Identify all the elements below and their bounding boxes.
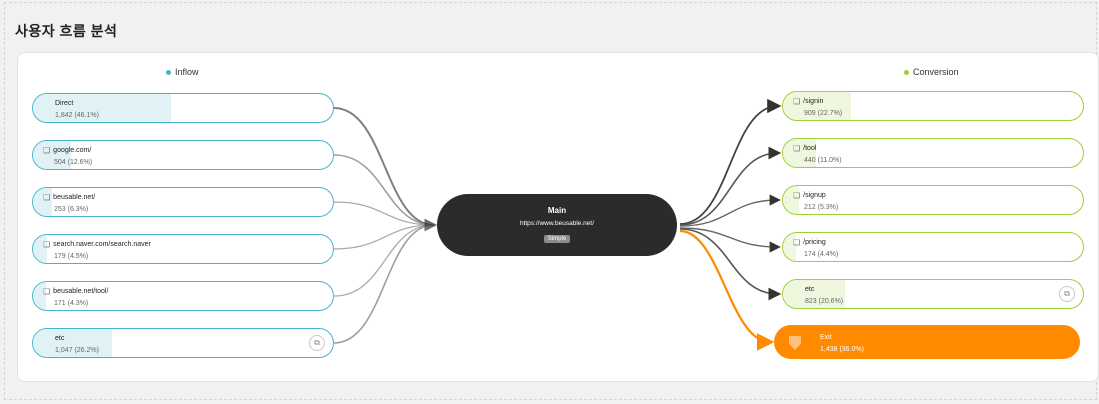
exit-label: Exit [820, 334, 832, 341]
inflow-item-direct[interactable]: Direct 1,842 (46.1%) [32, 93, 334, 123]
page-icon: ❏ [793, 144, 801, 153]
inflow-item-label: beusable.net/ [53, 194, 96, 201]
conversion-item-etc[interactable]: etc 823 (20.6%) ⧉ [782, 279, 1084, 309]
page-icon: ❏ [43, 240, 51, 249]
inflow-header: Inflow [166, 67, 199, 77]
inflow-item-beusable[interactable]: ❏ beusable.net/ 253 (6.3%) [32, 187, 334, 217]
conversion-item-value: 212 (5.3%) [804, 204, 839, 211]
conversion-connector [679, 146, 782, 226]
main-node-url: https://www.beusable.net/ [519, 220, 595, 227]
conversion-header: Conversion [904, 67, 959, 77]
copy-icon: ⧉ [314, 338, 320, 347]
page-icon: ❏ [43, 193, 51, 202]
inflow-connector [333, 218, 438, 344]
main-page-node[interactable]: Main https://www.beusable.net/ Simple [437, 194, 677, 256]
expand-etc-button[interactable]: ⧉ [309, 335, 325, 351]
conversion-item-value: 909 (22.7%) [804, 110, 843, 117]
inflow-connector [333, 107, 435, 226]
page-icon: ❏ [793, 191, 801, 200]
page-icon: ❏ [43, 146, 51, 155]
inflow-dot-icon [166, 69, 171, 75]
inflow-item-label: Direct [55, 100, 74, 107]
expand-etc-button[interactable]: ⧉ [1059, 286, 1075, 302]
conversion-item-label: etc [805, 286, 815, 293]
inflow-item-value: 179 (4.5%) [54, 253, 89, 260]
exit-icon [789, 336, 801, 350]
inflow-item-naver[interactable]: ❏ search.naver.com/search.naver 179 (4.5%… [32, 234, 334, 264]
exit-node[interactable]: Exit 1,438 (36.0%) [774, 325, 1080, 359]
conversion-item-signin[interactable]: ❏/signin 909 (22.7%) [782, 91, 1084, 121]
inflow-item-label: google.com/ [53, 147, 92, 154]
conversion-dot-icon [904, 69, 909, 75]
exit-value: 1,438 (36.0%) [820, 346, 864, 353]
main-node-title: Main [547, 206, 567, 215]
conversion-item-label: /signup [803, 192, 826, 199]
inflow-item-value: 171 (4.3%) [54, 300, 89, 307]
conversion-item-label: /signin [803, 98, 824, 105]
conversion-item-label: /tool [803, 145, 817, 152]
page-icon: ❏ [793, 238, 801, 247]
inflow-item-value: 1,842 (46.1%) [55, 112, 99, 119]
inflow-label: Inflow [175, 67, 199, 77]
simple-badge[interactable]: Simple [543, 235, 571, 243]
inflow-item-beusable-tool[interactable]: ❏ beusable.net/tool/ 171 (4.3%) [32, 281, 334, 311]
inflow-item-value: 1,047 (26.2%) [55, 347, 99, 354]
conversion-connector [679, 98, 782, 225]
conversion-item-signup[interactable]: ❏/signup 212 (5.3%) [782, 185, 1084, 215]
exit-connector [679, 229, 775, 351]
conversion-item-value: 823 (20.6%) [805, 298, 844, 305]
conversion-item-tool[interactable]: ❏/tool 440 (11.0%) [782, 138, 1084, 168]
page-icon: ❏ [43, 287, 51, 296]
copy-icon: ⧉ [1064, 289, 1070, 298]
inflow-item-label: etc [55, 335, 65, 342]
inflow-item-value: 504 (12.6%) [54, 159, 93, 166]
inflow-item-label: search.naver.com/search.naver [53, 241, 151, 248]
conversion-item-label: /pricing [803, 239, 826, 246]
conversion-label: Conversion [913, 67, 959, 77]
inflow-item-label: beusable.net/tool/ [53, 288, 109, 295]
inflow-item-value: 253 (6.3%) [54, 206, 89, 213]
conversion-item-value: 440 (11.0%) [804, 157, 842, 164]
conversion-item-pricing[interactable]: ❏/pricing 174 (4.4%) [782, 232, 1084, 262]
share-bar [33, 94, 172, 122]
page-icon: ❏ [793, 97, 801, 106]
inflow-item-google[interactable]: ❏ google.com/ 504 (12.6%) [32, 140, 334, 170]
conversion-connector [679, 228, 782, 301]
conversion-item-value: 174 (4.4%) [804, 251, 839, 258]
inflow-item-etc[interactable]: etc 1,047 (26.2%) ⧉ [32, 328, 334, 358]
